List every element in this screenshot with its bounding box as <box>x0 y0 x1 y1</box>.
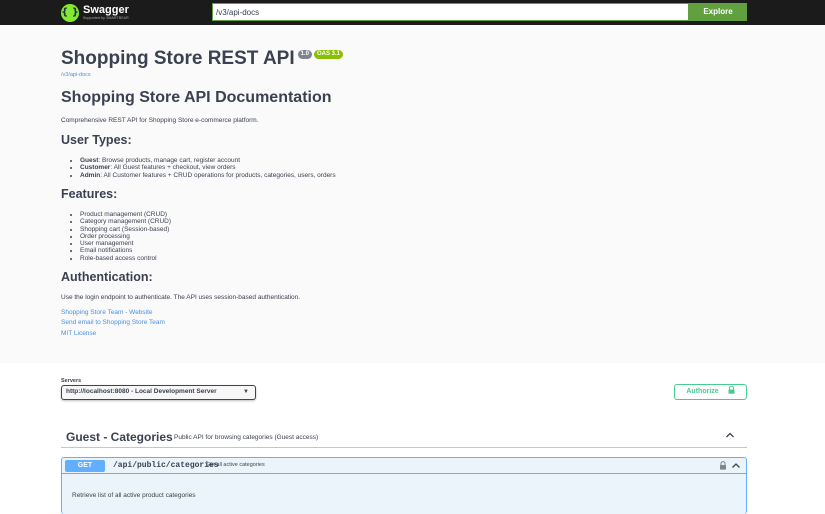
logo-title: Swagger <box>83 3 129 16</box>
list-item: Product management (CRUD) <box>80 211 171 218</box>
website-link[interactable]: Shopping Store Team - Website <box>61 309 153 316</box>
operation-summary[interactable]: GET /api/public/categories Get all activ… <box>62 458 746 474</box>
email-link[interactable]: Send email to Shopping Store Team <box>61 319 165 326</box>
authorize-button[interactable]: Authorize <box>674 384 747 400</box>
list-item: Category management (CRUD) <box>80 218 171 225</box>
user-types-list: Guest: Browse products, manage cart, reg… <box>80 157 336 179</box>
list-item: Guest: Browse products, manage cart, reg… <box>80 157 336 164</box>
tag-name: Guest - Categories <box>66 430 173 444</box>
list-item: Order processing <box>80 233 171 240</box>
logo-subtitle: Supported by SMARTBEAR <box>83 15 129 20</box>
lock-icon <box>728 386 735 394</box>
title-row: Shopping Store REST API 1.0 OAS 3.1 <box>61 48 343 70</box>
page-title: Shopping Store REST API <box>61 48 295 69</box>
authentication-heading: Authentication: <box>61 270 153 284</box>
list-item: Email notifications <box>80 247 171 254</box>
chevron-up-icon[interactable] <box>731 461 741 470</box>
oas-badge: OAS 3.1 <box>313 50 343 59</box>
spec-link[interactable]: /v3/api-docs <box>61 72 91 78</box>
info-section: Shopping Store REST API 1.0 OAS 3.1 /v3/… <box>0 25 825 363</box>
chevron-up-icon[interactable] <box>725 430 735 440</box>
tag-description: Public API for browsing categories (Gues… <box>174 434 319 441</box>
servers-selected-value: http://localhost:8080 - Local Developmen… <box>66 388 217 395</box>
list-item: Customer: All Guest features + checkout,… <box>80 164 336 171</box>
lock-icon[interactable] <box>719 461 727 470</box>
list-item: Shopping cart (Session-based) <box>80 226 171 233</box>
operation-description: Retrieve list of all active product cate… <box>72 492 196 499</box>
license-link[interactable]: MIT License <box>61 330 96 337</box>
tag-section: Guest - Categories Public API for browsi… <box>0 415 825 514</box>
servers-label: Servers <box>61 378 82 384</box>
features-heading: Features: <box>61 187 118 201</box>
tag-header[interactable]: Guest - Categories Public API for browsi… <box>61 428 747 448</box>
authentication-text: Use the login endpoint to authenticate. … <box>61 294 301 301</box>
user-types-heading: User Types: <box>61 133 132 147</box>
doc-heading: Shopping Store API Documentation <box>61 89 332 106</box>
chevron-down-icon: ▼ <box>243 389 249 395</box>
operation-path: /api/public/categories <box>113 461 219 470</box>
spec-url-input[interactable] <box>212 3 689 21</box>
features-list: Product management (CRUD) Category manag… <box>80 211 171 262</box>
explore-button[interactable]: Explore <box>689 3 747 21</box>
swagger-logo-icon: { } <box>61 3 79 22</box>
operation-summary-text: Get all active categories <box>206 462 265 468</box>
operation-block: GET /api/public/categories Get all activ… <box>61 457 747 514</box>
swagger-logo[interactable]: { } Swagger Supported by SMARTBEAR <box>61 2 129 23</box>
method-badge: GET <box>65 460 105 472</box>
scheme-container: Servers http://localhost:8080 - Local De… <box>0 363 825 415</box>
list-item: Role-based access control <box>80 255 171 262</box>
list-item: Admin: All Customer features + CRUD oper… <box>80 172 336 179</box>
doc-description: Comprehensive REST API for Shopping Stor… <box>61 117 259 124</box>
version-badge: 1.0 <box>297 50 312 59</box>
list-item: User management <box>80 240 171 247</box>
servers-select[interactable]: http://localhost:8080 - Local Developmen… <box>61 385 256 400</box>
topbar: { } Swagger Supported by SMARTBEAR Explo… <box>0 0 825 25</box>
authorize-label: Authorize <box>686 388 719 395</box>
